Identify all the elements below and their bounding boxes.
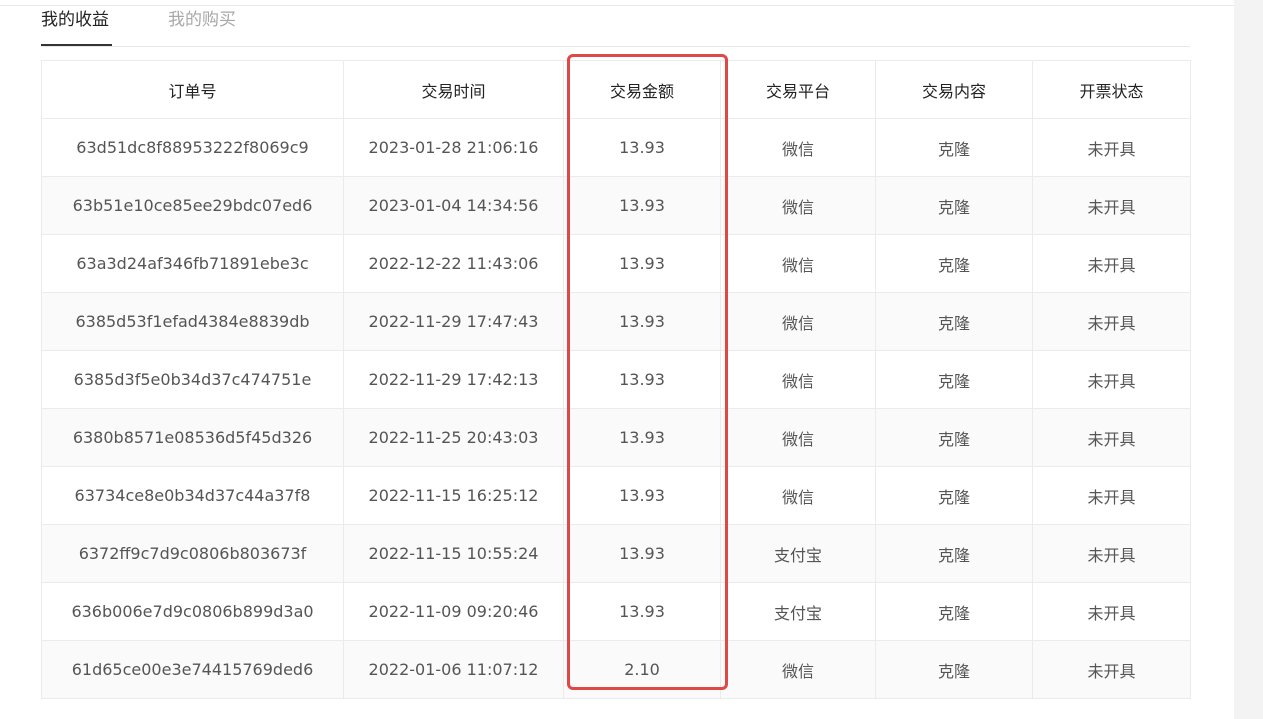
cell-amount: 13.93 bbox=[563, 466, 721, 525]
cell-order-no: 6385d53f1efad4384e8839db bbox=[41, 292, 344, 351]
cell-amount: 13.93 bbox=[563, 582, 721, 641]
cell-amount: 2.10 bbox=[563, 640, 721, 699]
cell-content-link[interactable]: 克隆 bbox=[875, 292, 1033, 351]
cell-platform: 微信 bbox=[720, 234, 876, 293]
cell-order-no: 63d51dc8f88953222f8069c9 bbox=[41, 118, 344, 177]
cell-trade-time: 2022-11-29 17:42:13 bbox=[343, 350, 564, 409]
header-amount: 交易金额 bbox=[563, 60, 721, 119]
header-order-no: 订单号 bbox=[41, 60, 344, 119]
scrollbar-track[interactable] bbox=[1234, 0, 1263, 719]
cell-invoice-status: 未开具 bbox=[1032, 408, 1191, 467]
cell-content-link[interactable]: 克隆 bbox=[875, 176, 1033, 235]
cell-invoice-status: 未开具 bbox=[1032, 118, 1191, 177]
cell-order-no: 63b51e10ce85ee29bdc07ed6 bbox=[41, 176, 344, 235]
cell-amount: 13.93 bbox=[563, 176, 721, 235]
cell-platform: 支付宝 bbox=[720, 582, 876, 641]
cell-invoice-status: 未开具 bbox=[1032, 234, 1191, 293]
cell-trade-time: 2022-01-06 11:07:12 bbox=[343, 640, 564, 699]
cell-content-link[interactable]: 克隆 bbox=[875, 524, 1033, 583]
table-row: 636b006e7d9c0806b899d3a0 2022-11-09 09:2… bbox=[41, 582, 1191, 641]
table-row: 63d51dc8f88953222f8069c9 2023-01-28 21:0… bbox=[41, 118, 1191, 177]
cell-content-link[interactable]: 克隆 bbox=[875, 466, 1033, 525]
table-row: 61d65ce00e3e74415769ded6 2022-01-06 11:0… bbox=[41, 640, 1191, 699]
table-header-row: 订单号 交易时间 交易金额 交易平台 交易内容 开票状态 bbox=[41, 60, 1191, 119]
table-row: 6380b8571e08536d5f45d326 2022-11-25 20:4… bbox=[41, 408, 1191, 467]
orders-table: 订单号 交易时间 交易金额 交易平台 交易内容 开票状态 63d51dc8f88… bbox=[41, 60, 1191, 699]
cell-amount: 13.93 bbox=[563, 234, 721, 293]
cell-amount: 13.93 bbox=[563, 350, 721, 409]
page: 我的收益 我的购买 订单号 交易时间 交易金额 交易平台 交易内容 开票状态 6 bbox=[0, 0, 1263, 719]
cell-invoice-status: 未开具 bbox=[1032, 582, 1191, 641]
cell-trade-time: 2023-01-04 14:34:56 bbox=[343, 176, 564, 235]
header-platform: 交易平台 bbox=[720, 60, 876, 119]
cell-content-link[interactable]: 克隆 bbox=[875, 234, 1033, 293]
cell-platform: 微信 bbox=[720, 292, 876, 351]
table-row: 63734ce8e0b34d37c44a37f8 2022-11-15 16:2… bbox=[41, 466, 1191, 525]
cell-invoice-status: 未开具 bbox=[1032, 292, 1191, 351]
cell-order-no: 6372ff9c7d9c0806b803673f bbox=[41, 524, 344, 583]
cell-trade-time: 2022-11-25 20:43:03 bbox=[343, 408, 564, 467]
cell-invoice-status: 未开具 bbox=[1032, 524, 1191, 583]
cell-platform: 微信 bbox=[720, 350, 876, 409]
cell-platform: 微信 bbox=[720, 118, 876, 177]
cell-invoice-status: 未开具 bbox=[1032, 176, 1191, 235]
cell-content-link[interactable]: 克隆 bbox=[875, 408, 1033, 467]
cell-order-no: 63734ce8e0b34d37c44a37f8 bbox=[41, 466, 344, 525]
cell-order-no: 61d65ce00e3e74415769ded6 bbox=[41, 640, 344, 699]
cell-content-link[interactable]: 克隆 bbox=[875, 350, 1033, 409]
cell-amount: 13.93 bbox=[563, 408, 721, 467]
cell-platform: 微信 bbox=[720, 408, 876, 467]
cell-invoice-status: 未开具 bbox=[1032, 640, 1191, 699]
header-content: 交易内容 bbox=[875, 60, 1033, 119]
cell-trade-time: 2022-11-15 16:25:12 bbox=[343, 466, 564, 525]
cell-order-no: 63a3d24af346fb71891ebe3c bbox=[41, 234, 344, 293]
header-invoice-status: 开票状态 bbox=[1032, 60, 1191, 119]
cell-trade-time: 2022-11-29 17:47:43 bbox=[343, 292, 564, 351]
tab-my-earnings[interactable]: 我的收益 bbox=[41, 5, 109, 30]
tab-my-purchases[interactable]: 我的购买 bbox=[168, 5, 236, 30]
cell-trade-time: 2022-11-09 09:20:46 bbox=[343, 582, 564, 641]
cell-trade-time: 2023-01-28 21:06:16 bbox=[343, 118, 564, 177]
cell-platform: 微信 bbox=[720, 176, 876, 235]
cell-platform: 支付宝 bbox=[720, 524, 876, 583]
cell-content-link[interactable]: 克隆 bbox=[875, 640, 1033, 699]
table-row: 63b51e10ce85ee29bdc07ed6 2023-01-04 14:3… bbox=[41, 176, 1191, 235]
cell-invoice-status: 未开具 bbox=[1032, 466, 1191, 525]
cell-trade-time: 2022-11-15 10:55:24 bbox=[343, 524, 564, 583]
cell-amount: 13.93 bbox=[563, 118, 721, 177]
cell-trade-time: 2022-12-22 11:43:06 bbox=[343, 234, 564, 293]
table-row: 6385d3f5e0b34d37c474751e 2022-11-29 17:4… bbox=[41, 350, 1191, 409]
cell-content-link[interactable]: 克隆 bbox=[875, 118, 1033, 177]
table-row: 6372ff9c7d9c0806b803673f 2022-11-15 10:5… bbox=[41, 524, 1191, 583]
cell-order-no: 636b006e7d9c0806b899d3a0 bbox=[41, 582, 344, 641]
tab-bar: 我的收益 我的购买 bbox=[41, 0, 1190, 47]
cell-invoice-status: 未开具 bbox=[1032, 350, 1191, 409]
cell-amount: 13.93 bbox=[563, 292, 721, 351]
table-row: 63a3d24af346fb71891ebe3c 2022-12-22 11:4… bbox=[41, 234, 1191, 293]
active-tab-indicator bbox=[41, 44, 112, 46]
cell-order-no: 6385d3f5e0b34d37c474751e bbox=[41, 350, 344, 409]
cell-platform: 微信 bbox=[720, 640, 876, 699]
cell-order-no: 6380b8571e08536d5f45d326 bbox=[41, 408, 344, 467]
cell-amount: 13.93 bbox=[563, 524, 721, 583]
cell-platform: 微信 bbox=[720, 466, 876, 525]
cell-content-link[interactable]: 克隆 bbox=[875, 582, 1033, 641]
table-row: 6385d53f1efad4384e8839db 2022-11-29 17:4… bbox=[41, 292, 1191, 351]
header-trade-time: 交易时间 bbox=[343, 60, 564, 119]
